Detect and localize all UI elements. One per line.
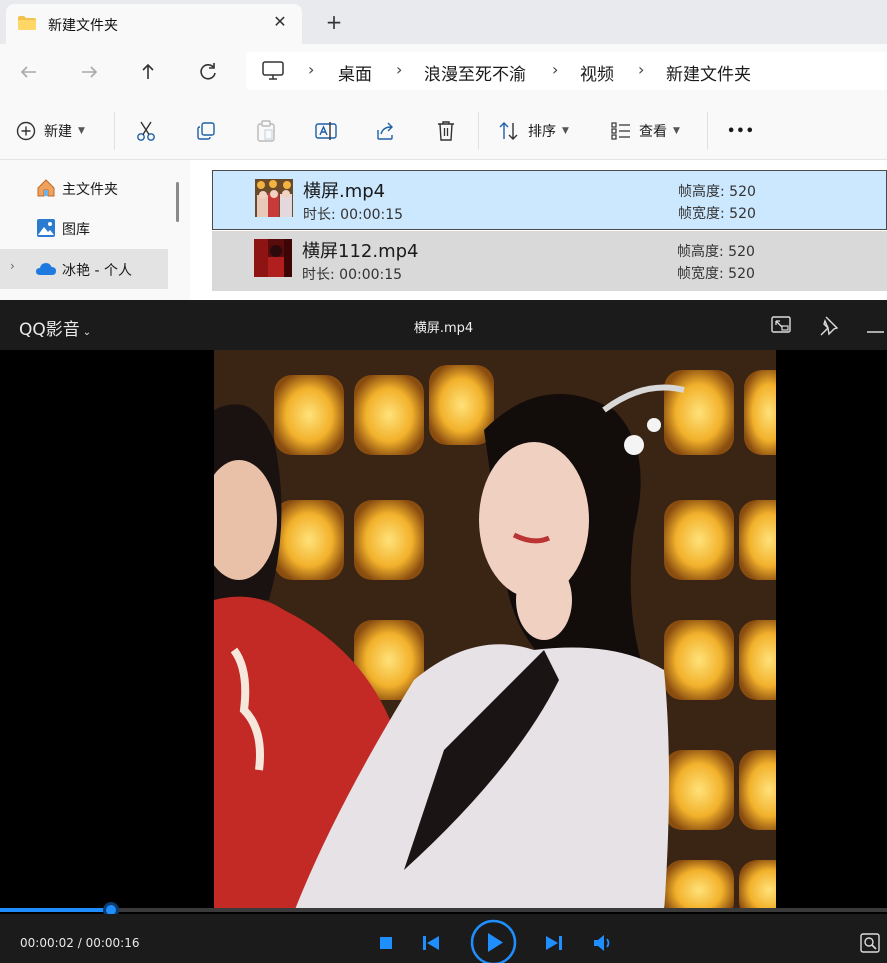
scissors-icon [137,121,155,141]
frame-width: 帧宽度: 520 [678,206,756,222]
video-frame[interactable] [214,350,776,912]
clipboard-icon [257,120,275,142]
back-button[interactable] [15,58,43,86]
volume-icon[interactable] [593,934,613,952]
arrow-up-icon [142,63,154,79]
file-duration: 时长: 00:00:15 [303,207,404,223]
player-control-bar: 00:00:02 / 00:00:16 [0,914,887,963]
file-row[interactable]: 横屏.mp4 时长: 00:00:15 帧高度: 520 帧宽度: 520 [212,170,887,230]
play-icon[interactable] [470,919,517,963]
sidebar-item-label: 主文件夹 [62,182,118,198]
cut-button[interactable] [136,118,156,144]
delete-button[interactable] [436,118,456,144]
playback-time: 00:00:02 / 00:00:16 [20,936,140,950]
breadcrumb-videos[interactable]: 视频 [580,60,614,85]
minimize-icon[interactable] [864,314,886,336]
divider [478,112,479,150]
more-icon: ••• [727,123,755,139]
file-row[interactable]: 横屏112.mp4 时长: 00:00:15 帧高度: 520 帧宽度: 520 [212,231,887,291]
gallery-icon [37,219,55,237]
player-title: 横屏.mp4 [413,321,474,336]
sidebar-item-onedrive[interactable]: › 冰艳 - 个人 [0,249,168,289]
file-list: 横屏.mp4 时长: 00:00:15 帧高度: 520 帧宽度: 520 横屏… [190,160,887,300]
home-icon [37,179,55,197]
picture-in-picture-icon[interactable] [770,314,792,336]
folder-icon [18,16,36,30]
screen: 新建文件夹 ✕ + › 桌面 › 浪漫至死不渝 › 视频 › 新建文件夹 新建 … [0,0,887,963]
new-button[interactable]: 新建 ▼ [16,118,85,144]
file-name: 横屏112.mp4 [302,241,419,262]
breadcrumb-romance-folder[interactable]: 浪漫至死不渝 [424,60,526,85]
explorer-tab-bar: 新建文件夹 ✕ + [0,0,887,44]
sort-label: 排序 [528,124,556,140]
paste-button[interactable] [256,118,276,144]
frame-height: 帧高度: 520 [678,184,756,200]
file-name: 横屏.mp4 [303,181,386,202]
stop-icon[interactable] [379,936,393,950]
screenshot-search-icon[interactable] [860,933,880,953]
chevron-right-icon[interactable]: › [10,259,15,273]
more-options-button[interactable]: ••• [727,118,755,144]
share-button[interactable] [375,118,397,144]
chevron-down-icon: ▼ [78,126,85,136]
sort-button[interactable]: 排序 ▼ [498,118,569,144]
sidebar-scrollbar[interactable] [176,182,179,222]
navigation-pane: 主文件夹 图库 › 冰艳 - 个人 [0,160,190,300]
sidebar-item-label: 图库 [62,222,90,238]
arrow-left-icon [20,66,36,78]
chevron-down-icon: ▼ [562,126,569,136]
chevron-down-icon: ▼ [673,126,680,136]
computer-icon [262,61,284,80]
breadcrumb-separator: › [552,60,559,79]
frame-width: 帧宽度: 520 [677,266,755,282]
video-thumbnail [254,239,292,277]
up-button[interactable] [134,58,162,86]
plus-circle-icon [16,121,36,141]
video-thumbnail [255,179,293,217]
sidebar-item-label: 冰艳 - 个人 [62,263,132,279]
breadcrumb-separator: › [396,60,403,79]
video-player-window: QQ影音 ⌄ 横屏.mp4 00:00:02 / 00:00:16 [0,300,887,963]
divider [707,112,708,150]
rename-button[interactable] [315,118,337,144]
command-bar: 新建 ▼ 排序 ▼ 查看 ▼ ••• [0,100,887,160]
new-tab-button[interactable]: + [322,10,346,34]
arrow-right-icon [82,66,98,78]
share-icon [377,122,393,140]
player-title-bar: QQ影音 ⌄ 横屏.mp4 [0,300,887,350]
breadcrumb-separator: › [638,60,645,79]
view-label: 查看 [639,124,667,140]
frame-height: 帧高度: 520 [677,244,755,260]
close-icon[interactable]: ✕ [270,12,290,32]
rename-icon [315,122,337,140]
address-bar[interactable]: › 桌面 › 浪漫至死不渝 › 视频 › 新建文件夹 [246,52,887,90]
progress-track [0,908,887,912]
refresh-icon [200,63,216,80]
sidebar-item-gallery[interactable]: 图库 [0,208,168,248]
breadcrumb-desktop[interactable]: 桌面 [338,60,372,85]
previous-icon[interactable] [422,935,440,951]
trash-icon [438,121,454,141]
breadcrumb-separator: › [308,60,315,79]
refresh-button[interactable] [194,58,222,86]
onedrive-cloud-icon [36,263,56,275]
playback-progress-bar[interactable] [0,902,887,918]
tab-title: 新建文件夹 [48,18,118,34]
view-list-icon [611,122,630,140]
file-duration: 时长: 00:00:15 [302,267,403,283]
breadcrumb-new-folder[interactable]: 新建文件夹 [666,60,751,85]
sidebar-item-home[interactable]: 主文件夹 [0,168,168,208]
copy-button[interactable] [196,118,216,144]
navigation-bar: › 桌面 › 浪漫至死不渝 › 视频 › 新建文件夹 [0,44,887,100]
progress-fill [0,908,111,912]
copy-icon [197,122,215,140]
sort-icon [499,122,518,140]
forward-button[interactable] [75,58,103,86]
divider [114,112,115,150]
new-label: 新建 [44,124,72,140]
explorer-tab[interactable]: 新建文件夹 ✕ [6,4,302,44]
pin-icon[interactable] [818,314,840,336]
view-button[interactable]: 查看 ▼ [611,118,680,144]
next-icon[interactable] [545,935,563,951]
